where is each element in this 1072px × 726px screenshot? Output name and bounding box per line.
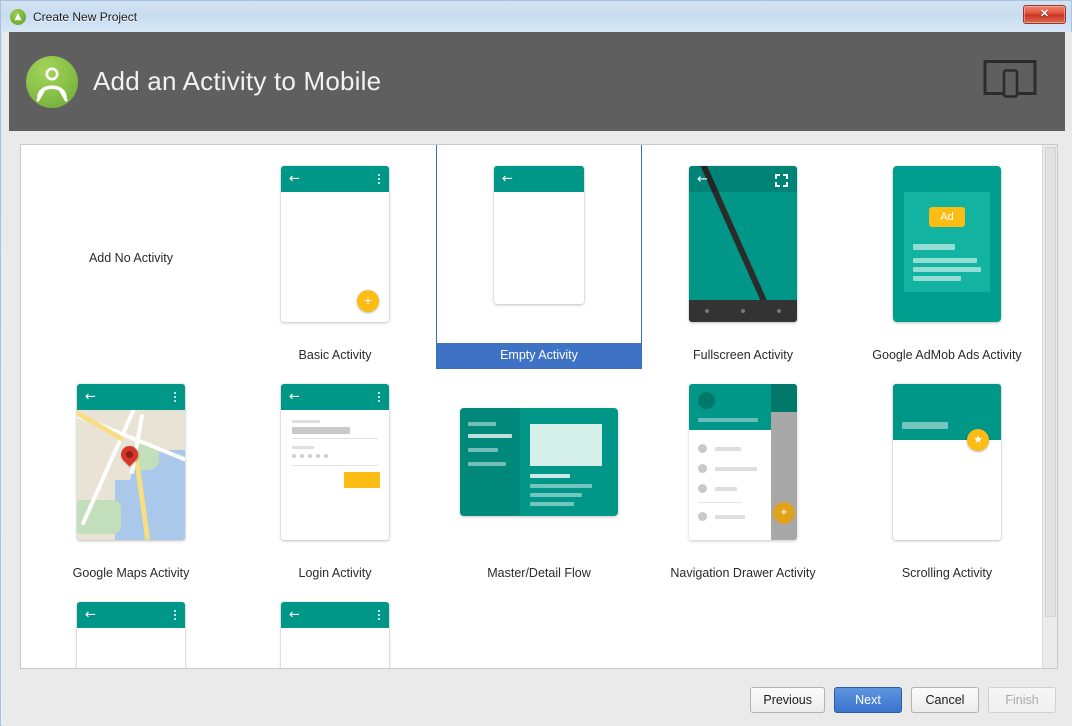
template-label: Scrolling Activity [901, 566, 993, 580]
thumbnail-basic-activity: ← + [281, 166, 389, 322]
template-fullscreen-activity[interactable]: ← Fullscreen Activity [641, 145, 845, 368]
drawer-header [689, 384, 771, 430]
back-arrow-icon: ← [289, 607, 300, 623]
back-arrow-icon: ← [697, 172, 708, 187]
back-arrow-icon: ← [289, 171, 300, 187]
template-label: Master/Detail Flow [487, 566, 591, 580]
overflow-menu-icon [378, 610, 380, 620]
thumbnail-partial: ← [281, 602, 389, 668]
template-row3-item1[interactable]: ← [29, 581, 233, 668]
template-navigation-drawer[interactable]: + Navigation Drawer Activity [641, 363, 845, 586]
thumbnail-admob-activity: Ad [893, 166, 1001, 322]
template-master-detail-flow[interactable]: Master/Detail Flow [437, 363, 641, 586]
back-arrow-icon: ← [85, 607, 96, 623]
system-nav-bar [689, 300, 797, 322]
template-row3-item2[interactable]: ← [233, 581, 437, 668]
overflow-menu-icon [378, 392, 380, 402]
template-google-admob-ads[interactable]: Ad Google AdMob Ads Activity [845, 145, 1049, 368]
template-label: Navigation Drawer Activity [670, 566, 816, 580]
back-arrow-icon: ← [502, 171, 513, 187]
overflow-menu-icon [174, 392, 176, 402]
cancel-button[interactable]: Cancel [911, 687, 979, 713]
thumbnail-scrolling-activity: ★ [893, 384, 1001, 540]
fab-icon: ★ [967, 429, 989, 451]
detail-card [530, 424, 602, 466]
thumbnail-master-detail-flow [460, 408, 618, 516]
template-add-no-activity[interactable]: Add No Activity [29, 145, 233, 343]
app-bar: ← [77, 384, 185, 410]
app-bar: ← [77, 602, 185, 628]
app-bar: ← [494, 166, 584, 192]
create-new-project-window: ▲ Create New Project ✕ Add an Activity t… [0, 0, 1072, 726]
thumbnail-fullscreen-activity: ← [689, 166, 797, 322]
fab-icon: + [357, 290, 379, 312]
thumbnail-none [29, 145, 233, 343]
wizard-header: Add an Activity to Mobile [9, 32, 1065, 131]
overflow-menu-icon [174, 610, 176, 620]
thumbnail-empty-activity: ← [494, 166, 584, 304]
fullscreen-expand-icon [775, 174, 788, 187]
window-titlebar: ▲ Create New Project ✕ [1, 1, 1071, 32]
template-list-panel[interactable]: Add No Activity ← + Basic Activity ← Emp… [20, 144, 1058, 669]
dialog-footer: Previous Next Cancel Finish [2, 674, 1072, 726]
ad-badge: Ad [929, 207, 965, 227]
template-grid: Add No Activity ← + Basic Activity ← Emp… [21, 145, 1043, 668]
scrollbar-thumb[interactable] [1045, 147, 1056, 617]
map-preview [77, 410, 185, 540]
thumbnail-partial: ← [77, 602, 185, 668]
finish-button: Finish [988, 687, 1056, 713]
template-label: Add No Activity [88, 251, 174, 265]
page-title: Add an Activity to Mobile [93, 66, 382, 96]
next-button[interactable]: Next [834, 687, 902, 713]
fab-icon: + [773, 502, 795, 524]
app-bar: ← [281, 166, 389, 192]
overflow-menu-icon [378, 174, 380, 184]
android-studio-icon: ▲ [10, 8, 26, 25]
login-button-preview [344, 472, 380, 488]
close-button[interactable]: ✕ [1023, 5, 1066, 24]
template-login-activity[interactable]: ← Login Activity [233, 363, 437, 586]
vertical-scrollbar[interactable] [1042, 145, 1057, 668]
template-basic-activity[interactable]: ← + Basic Activity [233, 145, 437, 368]
template-google-maps-activity[interactable]: ← Google Maps Activity [29, 363, 233, 586]
back-arrow-icon: ← [85, 389, 96, 405]
avatar [698, 392, 715, 409]
app-bar: ← [281, 384, 389, 410]
template-scrolling-activity[interactable]: ★ Scrolling Activity [845, 363, 1049, 586]
back-arrow-icon: ← [289, 389, 300, 405]
window-title: Create New Project [33, 9, 138, 24]
thumbnail-navigation-drawer: + [689, 384, 797, 540]
app-bar: ← [281, 602, 389, 628]
thumbnail-login-activity: ← [281, 384, 389, 540]
android-studio-logo [26, 55, 78, 108]
mobile-device-icon [983, 58, 1037, 105]
dialog-body: Add an Activity to Mobile Add No Activit… [2, 32, 1072, 726]
thumbnail-maps-activity: ← [77, 384, 185, 540]
template-empty-activity[interactable]: ← Empty Activity [436, 145, 642, 369]
previous-button[interactable]: Previous [750, 687, 825, 713]
